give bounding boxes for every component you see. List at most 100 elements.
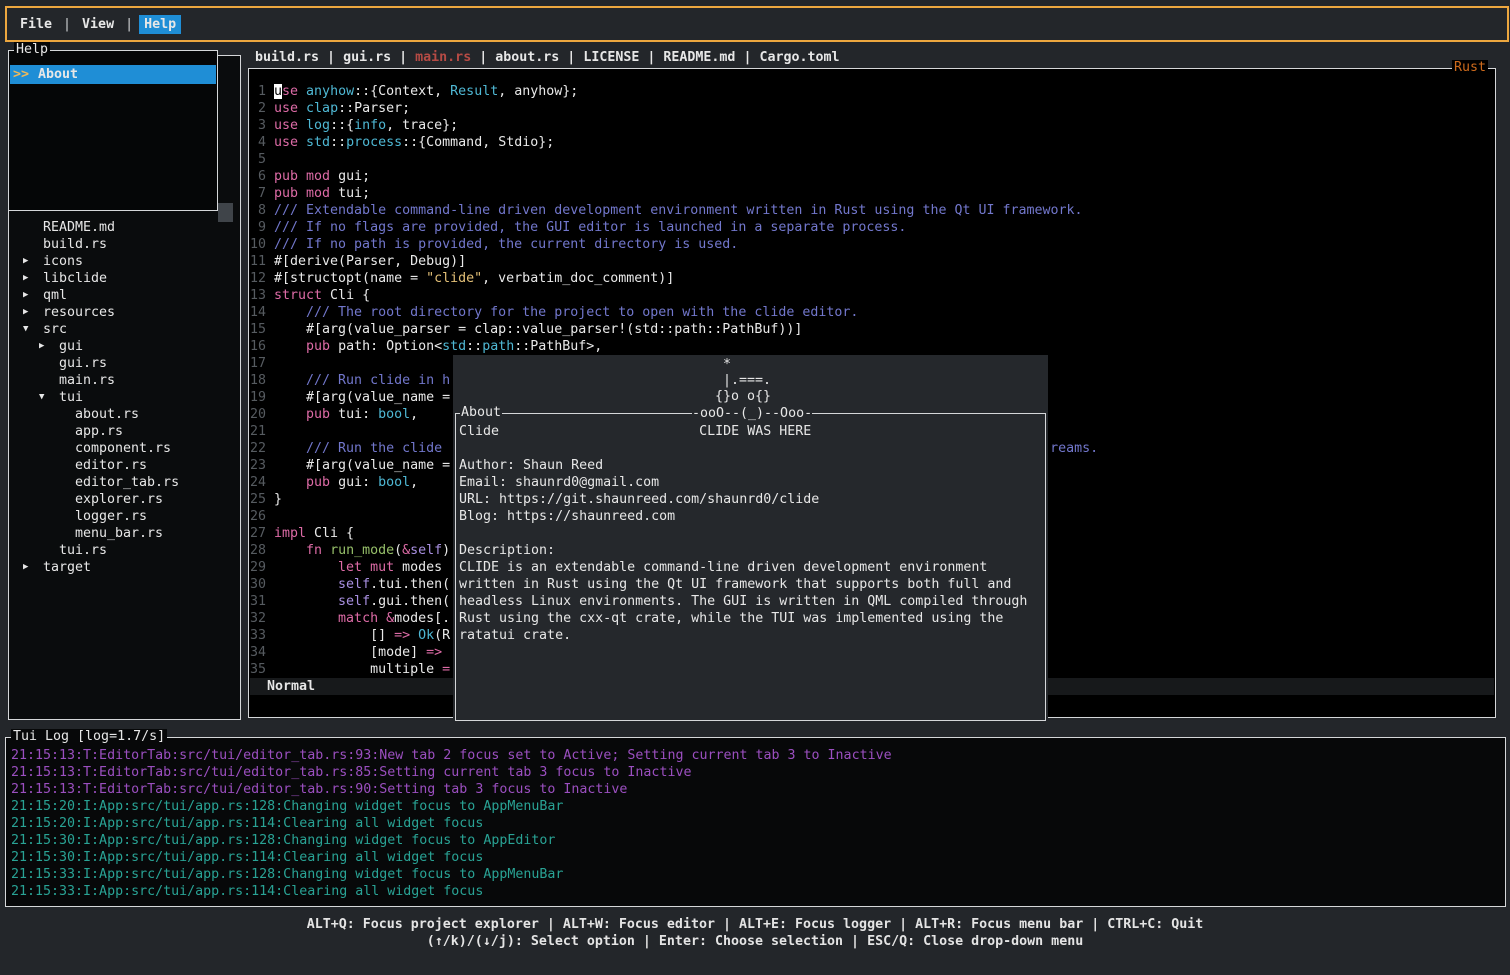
- code-token: Result: [450, 84, 498, 99]
- explorer-item-component.rs[interactable]: component.rs: [9, 440, 237, 457]
- ascii-art: * |.===. {}o o{}: [691, 357, 771, 405]
- line-number: 18: [250, 372, 266, 389]
- code-token: [298, 118, 306, 133]
- explorer-item-build.rs[interactable]: build.rs: [9, 236, 237, 253]
- line-text: impl Cli {: [274, 525, 354, 542]
- tab-gui.rs[interactable]: gui.rs: [343, 50, 391, 65]
- explorer-item-tui[interactable]: ▼tui: [9, 389, 237, 406]
- log-entry: 21:15:13:T:EditorTab:src/tui/editor_tab.…: [11, 747, 892, 764]
- code-token: [298, 169, 306, 184]
- explorer-item-explorer.rs[interactable]: explorer.rs: [9, 491, 237, 508]
- tab-README.md[interactable]: README.md: [663, 50, 735, 65]
- log-entry: 21:15:30:I:App:src/tui/app.rs:128:Changi…: [11, 832, 892, 849]
- line-number: 31: [250, 593, 266, 610]
- explorer-item-resources[interactable]: ▶resources: [9, 304, 237, 321]
- line-number: 28: [250, 542, 266, 559]
- tab-build.rs[interactable]: build.rs: [255, 50, 319, 65]
- explorer-item-main.rs[interactable]: main.rs: [9, 372, 237, 389]
- code-line-6: 6pub mod gui;: [250, 168, 1494, 185]
- code-line-4: 4use std::process::{Command, Stdio};: [250, 134, 1494, 151]
- code-token: log: [306, 118, 330, 133]
- explorer-item-tui.rs[interactable]: tui.rs: [9, 542, 237, 559]
- explorer-item-libclide[interactable]: ▶libclide: [9, 270, 237, 287]
- chevron-expanded-icon: ▼: [21, 321, 43, 338]
- code-token: /// If no flags are provided, the GUI ed…: [274, 220, 906, 235]
- explorer-item-app.rs[interactable]: app.rs: [9, 423, 237, 440]
- line-text: multiple =: [274, 661, 450, 678]
- code-token: [298, 84, 306, 99]
- code-line-2: 2use clap::Parser;: [250, 100, 1494, 117]
- explorer-scrollbar-thumb[interactable]: [218, 203, 233, 222]
- log-entry: 21:15:33:I:App:src/tui/app.rs:114:Cleari…: [11, 883, 892, 900]
- code-token: match: [338, 611, 378, 626]
- help-bar-line1: ALT+Q: Focus project explorer | ALT+W: F…: [0, 916, 1510, 933]
- code-token: [mode]: [274, 645, 426, 660]
- explorer-item-gui.rs[interactable]: gui.rs: [9, 355, 237, 372]
- explorer-item-editor_tab.rs[interactable]: editor_tab.rs: [9, 474, 237, 491]
- tab-LICENSE[interactable]: LICENSE: [583, 50, 639, 65]
- language-badge: Rust: [1452, 60, 1488, 76]
- chevron-collapsed-icon: ▶: [21, 253, 43, 270]
- code-token: tui;: [330, 186, 370, 201]
- tab-separator: |: [559, 50, 583, 65]
- line-number: 16: [250, 338, 266, 355]
- editor-tab-strip: build.rs | gui.rs | main.rs | about.rs |…: [255, 49, 840, 66]
- explorer-item-label: main.rs: [59, 372, 115, 389]
- tab-about.rs[interactable]: about.rs: [495, 50, 559, 65]
- line-text: self.tui.then(: [274, 576, 450, 593]
- line-text: pub gui: bool,: [274, 474, 418, 491]
- explorer-item-editor.rs[interactable]: editor.rs: [9, 457, 237, 474]
- code-line-7: 7pub mod tui;: [250, 185, 1494, 202]
- line-number: 29: [250, 559, 266, 576]
- code-token: ::Parser;: [338, 101, 410, 116]
- line-number: 11: [250, 253, 266, 270]
- explorer-item-logger.rs[interactable]: logger.rs: [9, 508, 237, 525]
- code-token: /// The root directory for the project t…: [274, 305, 858, 320]
- code-token: pub: [306, 475, 330, 490]
- explorer-item-README.md[interactable]: README.md: [9, 219, 237, 236]
- code-token: fn: [306, 543, 322, 558]
- code-token: let: [338, 560, 362, 575]
- code-token: #[arg(value_name =: [274, 390, 450, 405]
- code-token: #[structopt(name =: [274, 271, 426, 286]
- menu-item-view[interactable]: View: [77, 15, 119, 34]
- line-number: 7: [250, 185, 266, 202]
- code-token: std: [306, 135, 330, 150]
- log-lines: 21:15:13:T:EditorTab:src/tui/editor_tab.…: [11, 747, 892, 900]
- explorer-item-icons[interactable]: ▶icons: [9, 253, 237, 270]
- tab-main.rs[interactable]: main.rs: [415, 50, 471, 65]
- line-number: 1: [250, 83, 266, 100]
- explorer-item-target[interactable]: ▶target: [9, 559, 237, 576]
- tui-log-title: Tui Log [log=1.7/s]: [11, 729, 167, 745]
- menu-item-file[interactable]: File: [15, 15, 57, 34]
- explorer-item-about.rs[interactable]: about.rs: [9, 406, 237, 423]
- about-dialog-box: About -ooO--(_)--Ooo- Clide CLIDE WAS HE…: [455, 413, 1046, 721]
- code-token: clap: [306, 101, 338, 116]
- line-number: 6: [250, 168, 266, 185]
- code-token: /// Run clide in h: [274, 373, 450, 388]
- dropdown-item-about[interactable]: >> About: [10, 65, 216, 84]
- line-number: 4: [250, 134, 266, 151]
- code-line-3: 3use log::{info, trace};: [250, 117, 1494, 134]
- explorer-item-gui[interactable]: ▶gui: [9, 338, 237, 355]
- line-number: 34: [250, 644, 266, 661]
- line-text: /// Run clide in h: [274, 372, 450, 389]
- code-token: ::{Command, Stdio};: [402, 135, 554, 150]
- explorer-item-src[interactable]: ▼src: [9, 321, 237, 338]
- explorer-item-menu_bar.rs[interactable]: menu_bar.rs: [9, 525, 237, 542]
- line-number: 33: [250, 627, 266, 644]
- code-token: pub: [306, 339, 330, 354]
- code-token: [322, 543, 330, 558]
- code-token: , anyhow};: [498, 84, 578, 99]
- explorer-item-qml[interactable]: ▶qml: [9, 287, 237, 304]
- menu-item-help[interactable]: Help: [139, 15, 181, 34]
- tab-Cargo.toml[interactable]: Cargo.toml: [759, 50, 839, 65]
- code-line-14: 14 /// The root directory for the projec…: [250, 304, 1494, 321]
- menu-bar: File|View|Help: [5, 6, 1509, 42]
- mode-indicator: Normal: [267, 679, 315, 694]
- explorer-item-label: tui: [59, 389, 83, 406]
- code-token: .gui.then(: [370, 594, 450, 609]
- code-line-12: 12#[structopt(name = "clide", verbatim_d…: [250, 270, 1494, 287]
- code-token: &: [402, 543, 410, 558]
- code-token: pub: [306, 407, 330, 422]
